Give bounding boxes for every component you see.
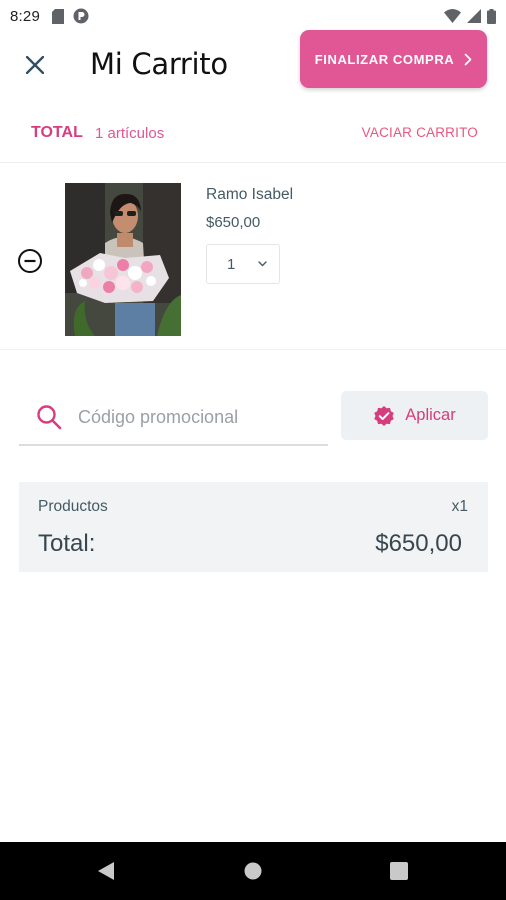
status-time: 8:29 [10,7,40,25]
recents-square-icon[interactable] [390,862,408,880]
close-icon [26,56,44,74]
page-title: Mi Carrito [90,47,228,81]
battery-icon [487,8,496,24]
summary-total-label: Total: [38,530,96,557]
order-summary: Productos x1 Total: $650,00 [19,482,488,572]
sd-card-icon [52,8,64,24]
wifi-icon [444,9,461,23]
product-price: $650,00 [206,214,261,231]
summary-products-qty: x1 [451,498,468,515]
remove-item-button[interactable] [16,247,44,275]
chevron-down-icon [258,261,267,267]
total-label: TOTAL [31,124,83,141]
search-icon [37,405,62,430]
summary-products-label: Productos [38,498,108,515]
navigation-bar [0,842,506,900]
items-count: 1 artículos [95,125,165,142]
promo-code-input[interactable] [78,406,308,428]
verified-badge-icon [374,405,395,426]
close-button[interactable] [20,50,50,80]
back-triangle-icon[interactable] [97,861,115,881]
apply-button-label: Aplicar [405,406,456,424]
summary-total-value: $650,00 [375,530,462,557]
promo-code-field[interactable] [19,390,328,446]
home-circle-icon[interactable] [244,862,262,880]
cart-item: Ramo Isabel $650,00 1 [0,163,506,350]
status-bar: 8:29 [0,0,506,32]
product-image[interactable] [65,183,181,336]
minus-circle-icon [18,249,42,273]
chevron-right-icon [464,53,472,65]
data-saver-icon [73,8,89,24]
signal-icon [467,9,481,23]
quantity-select[interactable]: 1 [206,244,280,284]
checkout-button-label: FINALIZAR COMPRA [314,51,455,67]
product-name[interactable]: Ramo Isabel [206,186,293,204]
empty-cart-button[interactable]: VACIAR CARRITO [362,125,478,140]
quantity-value: 1 [227,255,236,273]
checkout-button[interactable]: FINALIZAR COMPRA [300,30,487,88]
apply-promo-button[interactable]: Aplicar [341,391,488,440]
